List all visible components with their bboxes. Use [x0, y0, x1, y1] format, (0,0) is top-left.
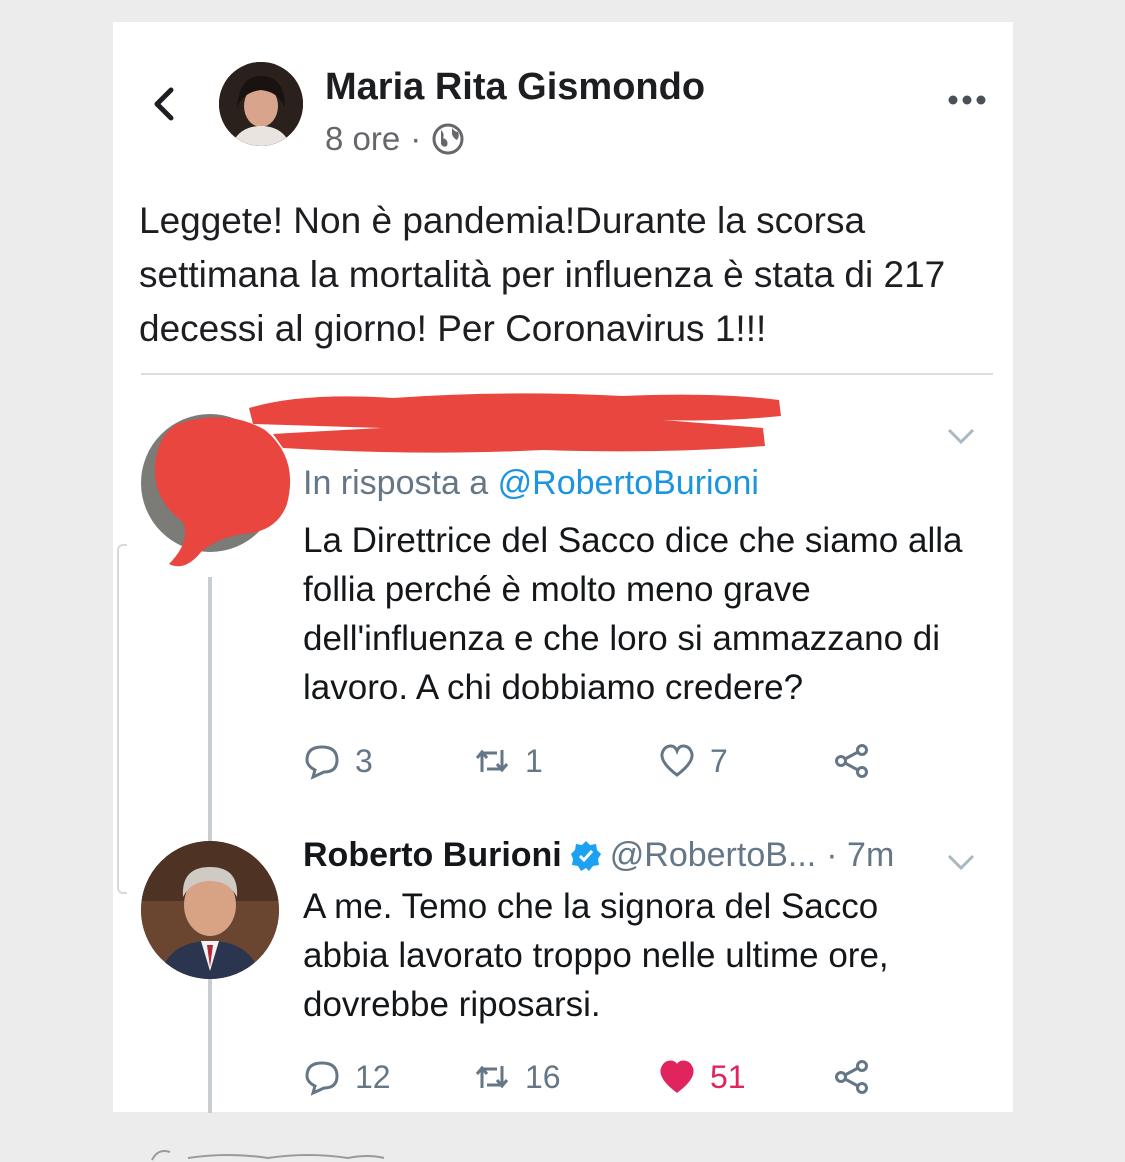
post-author-name[interactable]: Maria Rita Gismondo: [325, 66, 705, 109]
reply-button[interactable]: 3: [303, 742, 373, 780]
reply-count: 12: [355, 1058, 391, 1095]
retweet-icon: [475, 1065, 509, 1089]
chevron-down-icon[interactable]: [945, 426, 977, 446]
post-text: Leggete! Non è pandemia!Durante la scors…: [139, 200, 946, 349]
like-icon: [660, 1060, 694, 1093]
like-count: 7: [710, 742, 728, 779]
reply-count: 3: [355, 742, 373, 779]
image-edge: [117, 544, 127, 894]
post-time[interactable]: 8 ore: [325, 120, 400, 158]
chevron-down-icon[interactable]: [945, 852, 977, 872]
retweet-count: 1: [525, 742, 543, 779]
like-button[interactable]: 7: [658, 742, 728, 780]
retweet-icon: [475, 749, 509, 773]
like-icon: [660, 744, 694, 777]
share-button[interactable]: [833, 1058, 885, 1096]
globe-icon: [432, 123, 464, 155]
tweet1-actions: 3 1 7: [303, 742, 903, 782]
divider: [141, 373, 993, 375]
tweet2-handle[interactable]: @RobertoB...: [610, 836, 817, 875]
facebook-post-card: Maria Rita Gismondo 8 ore · Leggete! Non…: [113, 22, 1013, 1113]
retweet-count: 16: [525, 1058, 561, 1095]
tweet2-author-line: Roberto Burioni @RobertoB... · 7m: [303, 836, 894, 875]
reply-button[interactable]: 12: [303, 1058, 391, 1096]
redaction-username-scribble: [249, 393, 781, 453]
tweet2-text: A me. Temo che la signora del Sacco abbi…: [303, 887, 889, 1024]
post-meta: 8 ore ·: [325, 120, 465, 158]
verified-badge-icon: [570, 840, 601, 871]
cropped-watermark: [151, 1150, 385, 1161]
tweet2-author-name[interactable]: Roberto Burioni: [303, 836, 562, 875]
share-button[interactable]: [833, 742, 885, 780]
reply-icon: [305, 1061, 339, 1096]
reply-handle-link[interactable]: @RobertoBurioni: [498, 464, 759, 502]
share-icon: [835, 744, 868, 778]
author-avatar[interactable]: [219, 62, 303, 146]
tweet2-avatar[interactable]: [141, 841, 279, 979]
more-options-icon[interactable]: [947, 92, 987, 108]
reply-prefix: In risposta a: [303, 464, 498, 502]
reply-icon: [305, 745, 339, 780]
tweet2-actions: 12 16 51: [303, 1058, 903, 1098]
reply-to-line: In risposta a @RobertoBurioni: [303, 464, 759, 503]
like-count: 51: [710, 1058, 746, 1095]
like-button[interactable]: 51: [658, 1058, 746, 1096]
meta-separator: ·: [410, 120, 422, 157]
tweet2-time[interactable]: · 7m: [826, 836, 894, 875]
tweet1-text: La Direttrice del Sacco dice che siamo a…: [303, 521, 963, 707]
share-icon: [835, 1060, 868, 1094]
back-arrow-icon[interactable]: [151, 84, 177, 124]
retweet-button[interactable]: 1: [473, 742, 543, 780]
retweet-button[interactable]: 16: [473, 1058, 561, 1096]
